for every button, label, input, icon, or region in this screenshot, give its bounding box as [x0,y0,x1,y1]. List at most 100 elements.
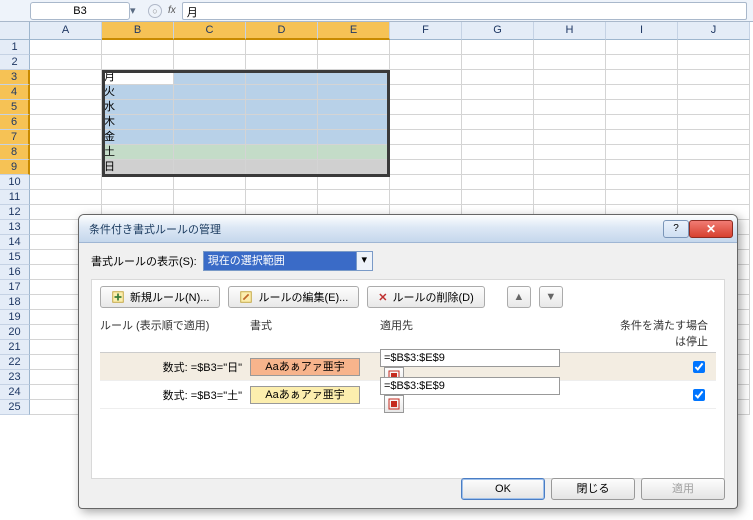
row-header[interactable]: 22 [0,355,30,370]
column-header[interactable]: B [102,22,174,40]
cell[interactable] [390,70,462,85]
column-header[interactable]: H [534,22,606,40]
cell[interactable] [390,85,462,100]
fx-label[interactable]: fx [168,5,176,16]
move-down-button[interactable]: ▼ [539,286,563,308]
cell[interactable] [678,70,750,85]
row-header[interactable]: 14 [0,235,30,250]
name-box[interactable]: B3 [30,2,130,20]
cell[interactable] [606,145,678,160]
cell[interactable] [102,40,174,55]
row-header[interactable]: 23 [0,370,30,385]
cell[interactable] [390,175,462,190]
cell[interactable] [678,40,750,55]
column-header[interactable]: C [174,22,246,40]
row-header[interactable]: 1 [0,40,30,55]
cell[interactable] [534,175,606,190]
column-header[interactable]: I [606,22,678,40]
cell[interactable] [678,190,750,205]
cell[interactable] [534,100,606,115]
cell[interactable] [534,85,606,100]
row-header[interactable]: 4 [0,85,30,100]
cell[interactable] [30,130,102,145]
cell[interactable] [534,145,606,160]
cell[interactable] [606,115,678,130]
row-header[interactable]: 21 [0,340,30,355]
cell[interactable] [390,115,462,130]
row-header[interactable]: 7 [0,130,30,145]
cell[interactable] [678,175,750,190]
cell[interactable] [390,100,462,115]
row-header[interactable]: 12 [0,205,30,220]
column-header[interactable]: E [318,22,390,40]
cell[interactable] [606,175,678,190]
cell[interactable] [390,160,462,175]
ok-button[interactable]: OK [461,478,545,500]
delete-rule-button[interactable]: ✕ルールの削除(D) [367,286,485,308]
row-header[interactable]: 19 [0,310,30,325]
cell[interactable] [30,175,102,190]
cell[interactable] [534,160,606,175]
cell[interactable] [606,40,678,55]
cell[interactable] [606,85,678,100]
cell[interactable] [318,190,390,205]
dialog-titlebar[interactable]: 条件付き書式ルールの管理 ? ✕ [79,215,737,243]
name-box-dropdown-icon[interactable]: ▾ [130,4,140,17]
cell[interactable] [30,100,102,115]
column-header[interactable]: A [30,22,102,40]
cell[interactable] [30,160,102,175]
cell[interactable] [606,130,678,145]
cell[interactable] [606,100,678,115]
row-header[interactable]: 9 [0,160,30,175]
cell[interactable] [246,55,318,70]
applies-to-input[interactable]: =$B$3:$E$9 [380,377,560,395]
cell[interactable] [462,100,534,115]
cell[interactable] [390,130,462,145]
close-button[interactable]: 閉じる [551,478,635,500]
column-header[interactable]: J [678,22,750,40]
cell[interactable] [30,115,102,130]
cell[interactable] [462,55,534,70]
cell[interactable] [30,190,102,205]
cell[interactable] [102,190,174,205]
cell[interactable] [246,190,318,205]
formula-input[interactable]: 月 [182,2,747,20]
cell[interactable] [318,175,390,190]
cell[interactable] [318,55,390,70]
row-header[interactable]: 3 [0,70,30,85]
cell[interactable] [390,145,462,160]
cell[interactable] [462,175,534,190]
cell[interactable] [102,55,174,70]
row-header[interactable]: 16 [0,265,30,280]
cell[interactable] [102,175,174,190]
row-header[interactable]: 6 [0,115,30,130]
cell[interactable] [462,130,534,145]
row-header[interactable]: 5 [0,100,30,115]
column-header[interactable]: G [462,22,534,40]
cell[interactable] [462,190,534,205]
cell[interactable] [318,40,390,55]
row-header[interactable]: 8 [0,145,30,160]
cell[interactable] [30,85,102,100]
cell[interactable] [174,175,246,190]
cell[interactable] [534,40,606,55]
apply-button[interactable]: 適用 [641,478,725,500]
cell[interactable] [462,145,534,160]
cell[interactable] [678,115,750,130]
cell[interactable] [606,160,678,175]
cell[interactable] [606,55,678,70]
rule-row[interactable]: 数式: =$B3="土"Aaあぁアァ亜宇=$B$3:$E$9 [100,381,716,409]
cell[interactable] [30,145,102,160]
row-header[interactable]: 10 [0,175,30,190]
show-rules-combo[interactable]: 現在の選択範囲 ▾ [203,251,373,271]
cell[interactable] [534,115,606,130]
cell[interactable] [246,40,318,55]
row-header[interactable]: 2 [0,55,30,70]
row-header[interactable]: 24 [0,385,30,400]
cell[interactable] [678,85,750,100]
help-button[interactable]: ? [663,220,689,238]
cell[interactable] [534,55,606,70]
cell[interactable] [174,55,246,70]
cell[interactable] [606,190,678,205]
row-header[interactable]: 20 [0,325,30,340]
